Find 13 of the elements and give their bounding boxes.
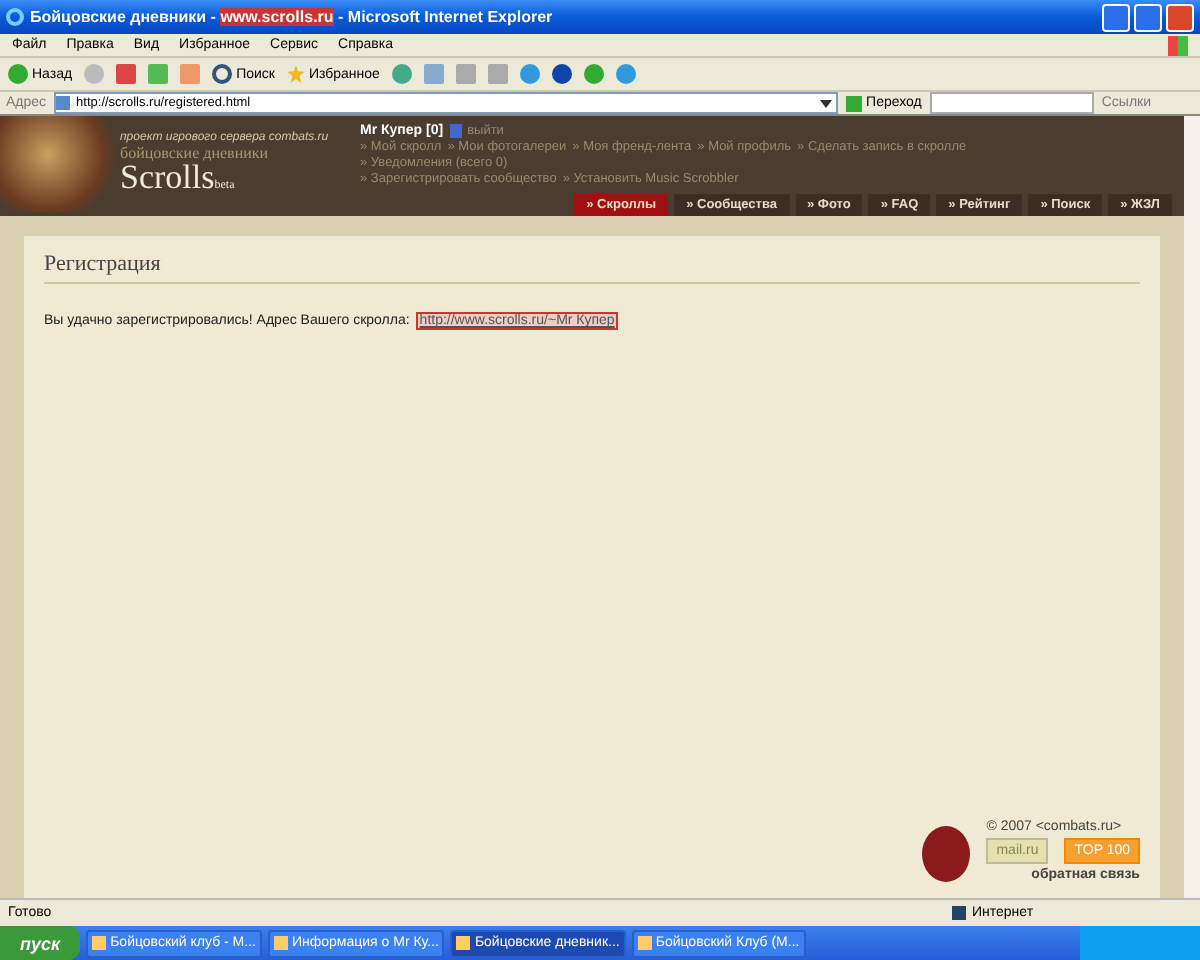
search-field[interactable] <box>929 92 1094 114</box>
close-button[interactable] <box>1166 3 1194 31</box>
wax-seal-icon <box>922 826 971 882</box>
page-heading: Регистрация <box>44 252 1140 284</box>
site-subtitle: бойцовские дневники <box>120 143 271 161</box>
scrollbar[interactable] <box>1184 116 1200 898</box>
maximize-button[interactable] <box>1134 3 1162 31</box>
angel-with-quill-drawing <box>0 116 120 212</box>
windows-logo-icon <box>1168 35 1188 55</box>
minimize-button[interactable] <box>1102 3 1130 31</box>
window-title: Бойцовские дневники - www.scrolls.ru - Microsoft Internet Explorer <box>30 8 555 26</box>
start-button[interactable]: пуск <box>0 926 81 960</box>
system-tray <box>1080 926 1200 960</box>
